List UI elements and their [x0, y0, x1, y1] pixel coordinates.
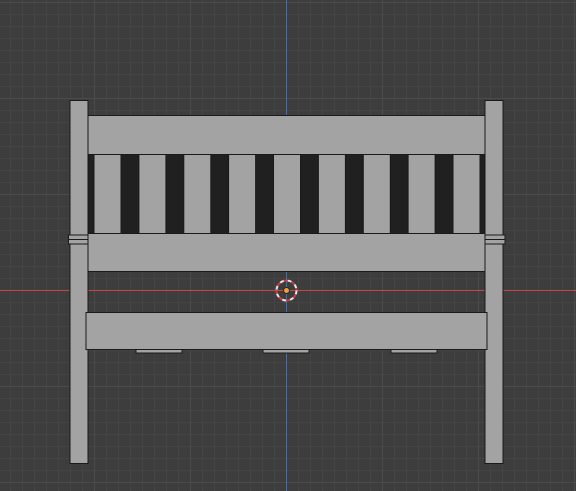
backrest-slats	[93, 153, 481, 235]
backrest-slat	[93, 153, 122, 235]
backrest-slat	[183, 153, 212, 235]
backrest-slat	[273, 153, 301, 235]
backrest-slat	[362, 153, 391, 235]
viewport-canvas[interactable]	[0, 0, 576, 491]
3d-viewport[interactable]	[0, 0, 576, 491]
backrest-lower-rail	[87, 233, 486, 272]
bench-post-right	[484, 100, 504, 464]
backrest-slat	[407, 153, 436, 235]
backrest-slat	[228, 153, 257, 235]
backrest-slat	[452, 153, 481, 235]
bench-post-left	[69, 100, 89, 464]
backrest-slat	[317, 153, 346, 235]
backrest-slat	[138, 153, 167, 235]
backrest-top-rail	[87, 115, 486, 155]
bench-seat	[85, 312, 488, 350]
